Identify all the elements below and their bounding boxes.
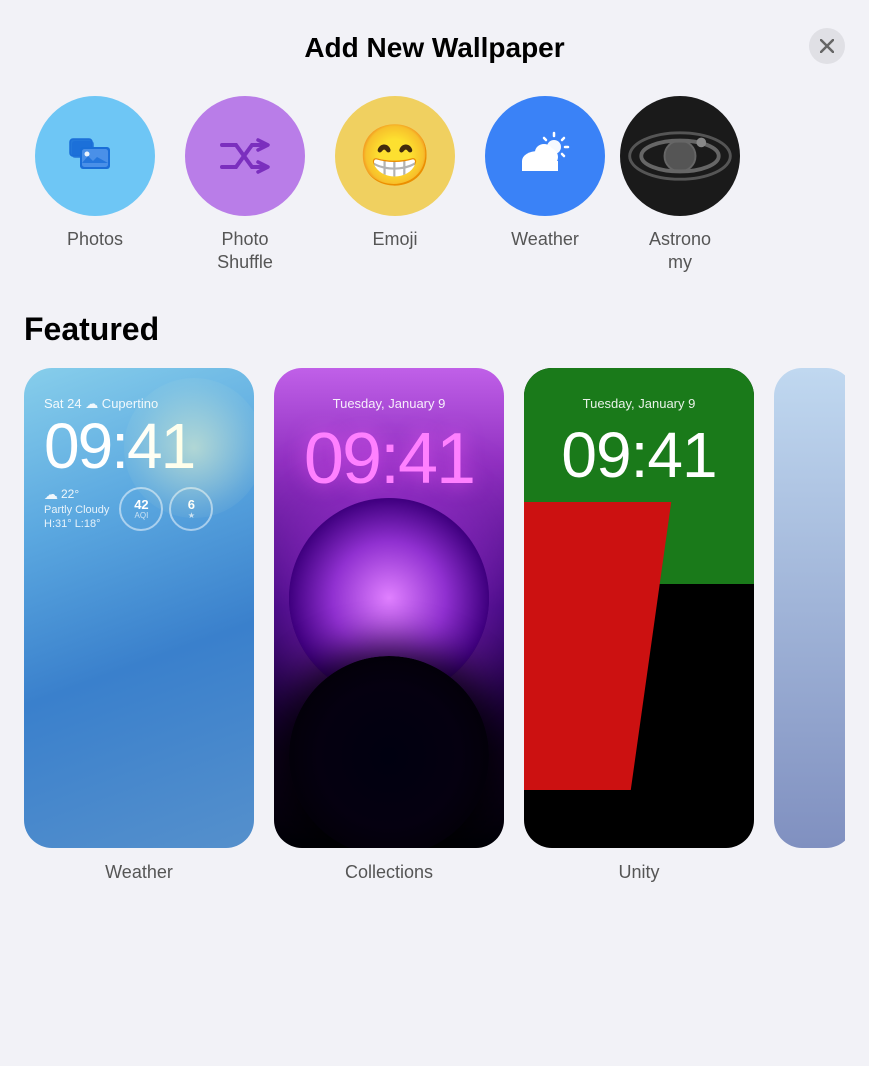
- category-weather[interactable]: Weather: [470, 96, 620, 251]
- emoji-circle: 😁: [335, 96, 455, 216]
- category-astronomy[interactable]: Astronomy: [620, 96, 740, 275]
- wallpaper-card-collections: Tuesday, January 9 09:41: [274, 368, 504, 848]
- wallpaper-item-weather[interactable]: Sat 24 ☁ Cupertino 09:41 ☁ 22° Partly Cl…: [24, 368, 254, 883]
- category-emoji[interactable]: 😁 Emoji: [320, 96, 470, 251]
- weather-category-icon: [514, 125, 576, 187]
- unity-card-label: Unity: [618, 862, 659, 883]
- collections-card-label: Collections: [345, 862, 433, 883]
- astro-circle: [620, 96, 740, 216]
- photos-icon: [64, 125, 126, 187]
- emoji-label: Emoji: [372, 228, 417, 251]
- wallpaper-card-unity: Tuesday, January 9 09:41: [524, 368, 754, 848]
- add-wallpaper-modal: Add New Wallpaper Ph: [0, 0, 869, 1066]
- collections-date: Tuesday, January 9: [274, 396, 504, 411]
- close-icon: [820, 39, 834, 53]
- category-photos[interactable]: Photos: [20, 96, 170, 251]
- collections-wallpaper-bg: Tuesday, January 9 09:41: [274, 368, 504, 848]
- featured-title: Featured: [24, 311, 845, 348]
- modal-header: Add New Wallpaper: [0, 0, 869, 80]
- category-row: Photos PhotoShuffle 😁 Emoji: [0, 80, 869, 287]
- astro-icon: [620, 96, 740, 216]
- unity-time: 09:41: [524, 418, 754, 492]
- wallpaper-item-unity[interactable]: Tuesday, January 9 09:41 Unity: [524, 368, 754, 883]
- shuffle-icon: [214, 125, 276, 187]
- wallpaper-item-collections[interactable]: Tuesday, January 9 09:41 Collections: [274, 368, 504, 883]
- featured-section: Featured Sat 24 ☁ Cupertino 09:41: [0, 287, 869, 895]
- unity-red-band: [524, 502, 671, 790]
- astronomy-label: Astronomy: [649, 228, 711, 275]
- photos-circle: [35, 96, 155, 216]
- weather-wallpaper-bg: Sat 24 ☁ Cupertino 09:41 ☁ 22° Partly Cl…: [24, 368, 254, 848]
- photos-label: Photos: [67, 228, 123, 251]
- category-photo-shuffle[interactable]: PhotoShuffle: [170, 96, 320, 275]
- close-button[interactable]: [809, 28, 845, 64]
- weather-condition: Partly Cloudy: [44, 503, 109, 517]
- wallpaper-card-weather: Sat 24 ☁ Cupertino 09:41 ☁ 22° Partly Cl…: [24, 368, 254, 848]
- wallpaper-card-partial: [774, 368, 845, 848]
- weather-circle: [485, 96, 605, 216]
- collections-orb-bottom: [289, 656, 489, 848]
- photo-shuffle-label: PhotoShuffle: [217, 228, 273, 275]
- collections-time: 09:41: [274, 418, 504, 500]
- wallpaper-item-partial[interactable]: [774, 368, 845, 862]
- weather-card-label: Weather: [105, 862, 173, 883]
- weather-hi-lo: H:31° L:18°: [44, 517, 109, 531]
- sun-glow: [124, 378, 254, 518]
- weather-label: Weather: [511, 228, 579, 251]
- shuffle-circle: [185, 96, 305, 216]
- modal-title: Add New Wallpaper: [304, 32, 564, 64]
- wallpaper-row: Sat 24 ☁ Cupertino 09:41 ☁ 22° Partly Cl…: [24, 368, 845, 883]
- unity-wallpaper-bg: Tuesday, January 9 09:41: [524, 368, 754, 848]
- unity-date: Tuesday, January 9: [524, 396, 754, 411]
